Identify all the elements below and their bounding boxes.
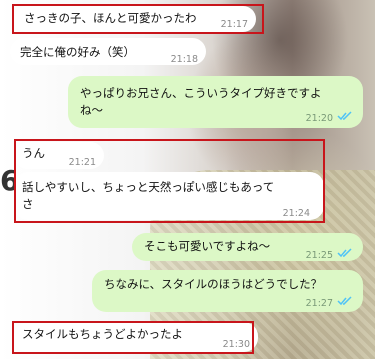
message-bubble-outgoing[interactable]: そこも可愛いですよね〜 21:25 — [132, 233, 363, 261]
message-text: そこも可愛いですよね〜 — [144, 239, 271, 253]
message-text-line: さ — [22, 197, 34, 211]
message-time: 21:18 — [170, 54, 198, 65]
message-time: 21:21 — [68, 157, 96, 168]
message-text-line: やっぱりお兄さん、こういうタイプ好きですよ — [80, 86, 322, 100]
message-time: 21:24 — [282, 208, 310, 219]
message-time: 21:20 — [305, 113, 333, 124]
message-bubble-incoming[interactable]: スタイルもちょうどよかったよ 21:30 — [14, 322, 258, 352]
message-time: 21:30 — [222, 339, 250, 350]
message-text-line: ね〜 — [80, 103, 103, 117]
message-bubble-outgoing[interactable]: やっぱりお兄さん、こういうタイプ好きですよ ね〜 21:20 — [68, 76, 363, 128]
message-bubble-incoming[interactable]: 話しやすいし、ちょっと天然っぽい感じもあって さ 21:24 — [14, 172, 324, 220]
wallpaper-digit: 6 — [0, 164, 14, 197]
message-time: 21:25 — [305, 250, 333, 261]
message-bubble-incoming[interactable]: うん 21:21 — [14, 142, 104, 169]
message-bubble-incoming[interactable]: さっきの子、ほんと可愛かったわ 21:17 — [14, 6, 256, 32]
message-bubble-incoming[interactable]: 完全に俺の好み（笑） 21:18 — [10, 38, 206, 65]
message-text: うん — [22, 146, 45, 160]
message-text: スタイルもちょうどよかったよ — [22, 327, 183, 341]
message-text: 完全に俺の好み（笑） — [20, 45, 135, 59]
message-time: 21:27 — [305, 298, 333, 309]
message-time: 21:17 — [220, 19, 248, 30]
message-text: さっきの子、ほんと可愛かったわ — [24, 11, 197, 25]
message-bubble-outgoing[interactable]: ちなみに、スタイルのほうはどうでした？ 21:27 — [92, 270, 363, 312]
read-double-check-icon — [337, 296, 352, 306]
message-text-line: 話しやすいし、ちょっと天然っぽい感じもあって — [22, 180, 275, 194]
message-text: ちなみに、スタイルのほうはどうでした？ — [104, 277, 323, 291]
read-double-check-icon — [337, 248, 352, 258]
read-double-check-icon — [337, 111, 352, 121]
